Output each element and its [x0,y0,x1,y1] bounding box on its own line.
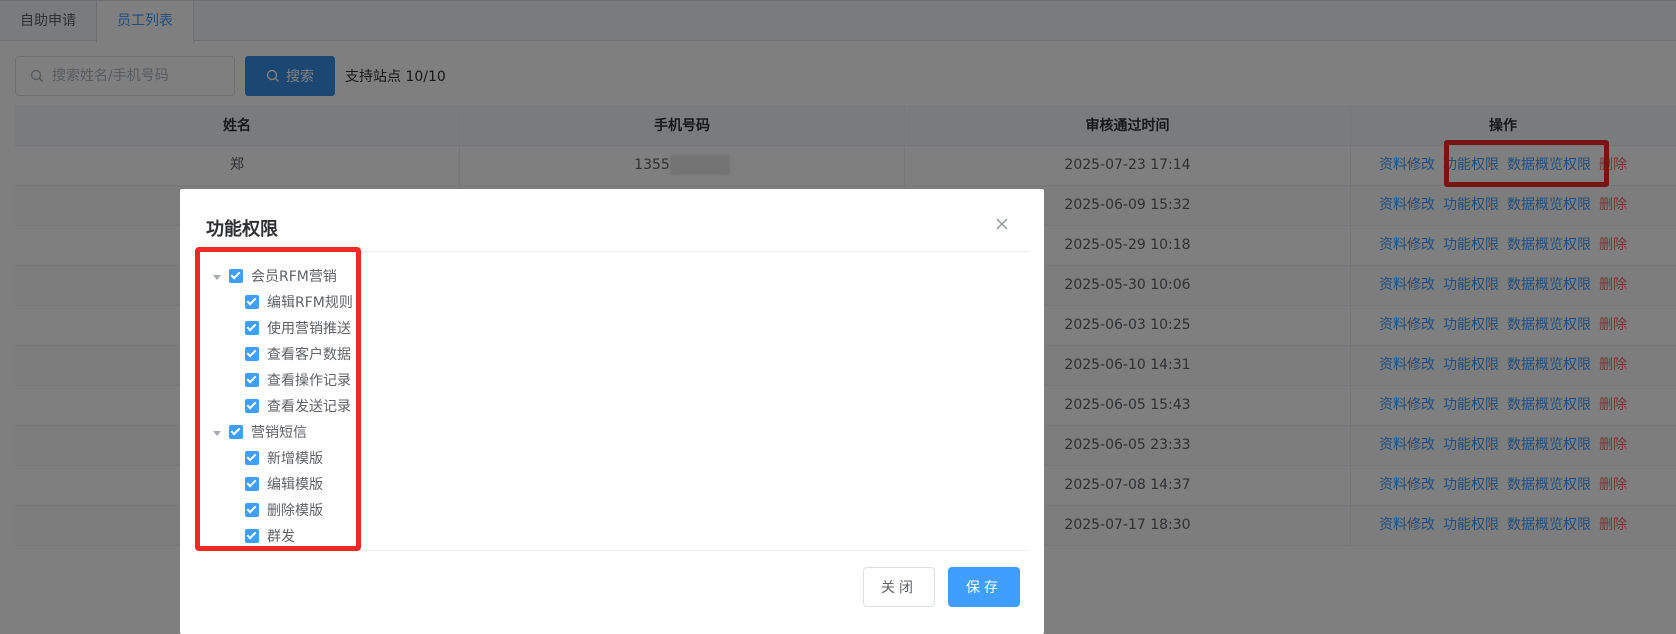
close-icon[interactable] [995,217,1009,231]
save-button[interactable]: 保存 [948,567,1020,607]
highlight-box-tree [195,247,361,551]
dialog-title: 功能权限 [206,219,278,240]
close-button[interactable]: 关闭 [863,567,935,607]
